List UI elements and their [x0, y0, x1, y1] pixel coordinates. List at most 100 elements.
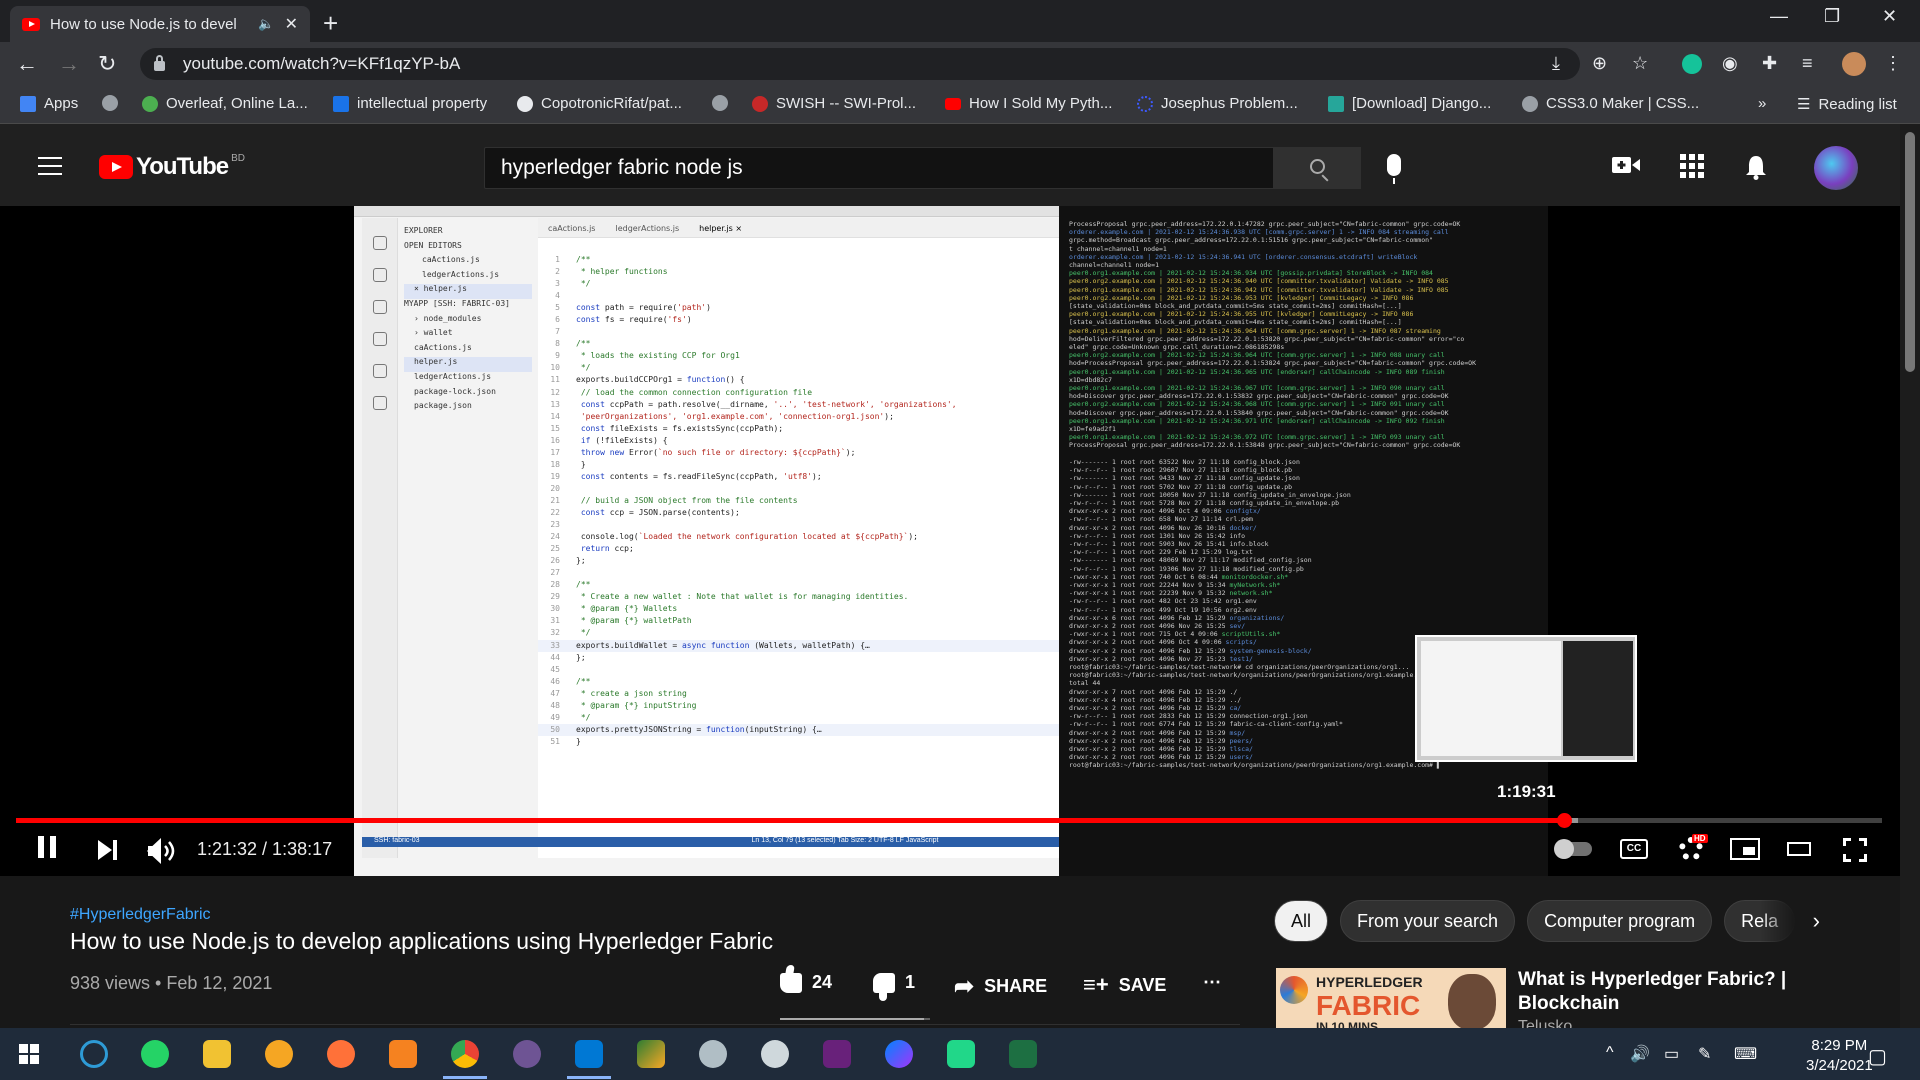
grammarly-extension-icon[interactable]	[1682, 54, 1702, 74]
app-icon[interactable]	[761, 1040, 789, 1068]
apps-grid-icon[interactable]	[1680, 154, 1704, 178]
explorer-item: caActions.js	[414, 342, 472, 352]
reload-icon[interactable]: ↻	[98, 51, 116, 77]
bookmark-globe-2[interactable]	[712, 95, 728, 111]
scrubber-handle[interactable]	[1557, 813, 1573, 828]
scrollbar-thumb[interactable]	[1905, 132, 1915, 372]
video-frame: EXPLORER OPEN EDITORS caActions.js ledge…	[354, 206, 1548, 876]
chip-computer-program[interactable]: Computer program	[1527, 900, 1713, 942]
bookmark-youtube[interactable]: How I Sold My Pyth...	[945, 95, 1112, 112]
zoom-icon[interactable]: ⊕	[1592, 53, 1607, 74]
video-title: How to use Node.js to develop applicatio…	[70, 928, 774, 954]
vscode-icon[interactable]	[567, 1040, 611, 1079]
chrome-icon[interactable]	[443, 1040, 487, 1079]
bookmark-swish[interactable]: SWISH -- SWI-Prol...	[752, 95, 916, 112]
more-actions-icon[interactable]: ⋯	[1203, 972, 1221, 993]
chrome-menu-icon[interactable]: ⋮	[1884, 53, 1902, 74]
theater-mode-button[interactable]	[1787, 842, 1811, 856]
create-video-icon[interactable]	[1612, 154, 1640, 176]
next-button[interactable]	[98, 840, 112, 860]
bookmark-django[interactable]: [Download] Django...	[1328, 95, 1491, 112]
bookmark-josephus[interactable]: Josephus Problem...	[1137, 95, 1298, 112]
tab-audio-icon[interactable]: 🔈	[258, 16, 274, 32]
forward-arrow-icon[interactable]: →	[58, 51, 80, 77]
recommended-title[interactable]: What is Hyperledger Fabric? | Blockchain	[1518, 968, 1818, 1016]
page-scrollbar[interactable]	[1900, 124, 1920, 1028]
like-button[interactable]: 24	[780, 972, 832, 993]
like-count: 24	[812, 972, 833, 992]
chip-from-your-search[interactable]: From your search	[1340, 900, 1516, 942]
network-tray-icon[interactable]: ▭	[1664, 1044, 1679, 1064]
back-arrow-icon[interactable]: ←	[16, 51, 38, 77]
refresh-app-icon[interactable]	[80, 1040, 108, 1068]
maximize-button[interactable]: ❐	[1824, 6, 1840, 27]
more-bookmarks-icon[interactable]: »	[1758, 95, 1766, 112]
app-icon[interactable]	[699, 1040, 727, 1068]
github-desktop-icon[interactable]	[513, 1040, 541, 1068]
explorer-item: helper.js	[404, 357, 532, 372]
vpn-app-icon[interactable]	[265, 1040, 293, 1068]
bookmark-star-icon[interactable]: ☆	[1632, 53, 1648, 74]
pycharm-icon[interactable]	[947, 1040, 975, 1068]
reading-list[interactable]: ☰ Reading list	[1797, 95, 1897, 114]
pause-button[interactable]	[38, 836, 62, 866]
account-avatar[interactable]	[1814, 146, 1858, 190]
visual-studio-icon[interactable]	[823, 1040, 851, 1068]
browser-tab[interactable]: How to use Node.js to devel 🔈 ✕	[10, 6, 310, 42]
bookmark-label: intellectual property	[357, 95, 488, 112]
notifications-bell-icon[interactable]	[1745, 154, 1767, 180]
bookmark-github[interactable]: CopotronicRifat/pat...	[517, 95, 682, 112]
save-button[interactable]: ≡+ SAVE	[1083, 972, 1166, 998]
miniplayer-button[interactable]	[1730, 838, 1760, 860]
keyboard-tray-icon[interactable]: ⌨	[1734, 1044, 1757, 1064]
captions-button[interactable]: CC	[1620, 839, 1648, 859]
close-window-button[interactable]: ✕	[1882, 6, 1897, 27]
notifications-icon[interactable]: ▢	[1868, 1044, 1887, 1069]
messenger-icon[interactable]	[885, 1040, 913, 1068]
url-text[interactable]: youtube.com/watch?v=KFf1qzYP-bA	[183, 54, 460, 74]
taskbar-clock[interactable]: 8:29 PM 3/24/2021	[1806, 1036, 1873, 1076]
chips-next-chevron-icon[interactable]: ›	[1760, 900, 1820, 942]
video-player[interactable]: EXPLORER OPEN EDITORS caActions.js ledge…	[0, 206, 1920, 876]
puzzle-extensions-icon[interactable]: ✚	[1762, 53, 1777, 74]
app-icon[interactable]	[637, 1040, 665, 1068]
pen-tray-icon[interactable]: ✎	[1698, 1044, 1711, 1064]
extension-icon[interactable]: ◉	[1722, 53, 1738, 74]
recommended-thumbnail[interactable]: HYPERLEDGER FABRIC IN 10 MINS	[1276, 968, 1506, 1028]
file-explorer-icon[interactable]	[203, 1040, 231, 1068]
share-button[interactable]: ➦ SHARE	[954, 972, 1047, 1001]
bookmark-css3-maker[interactable]: CSS3.0 Maker | CSS...	[1522, 95, 1699, 112]
new-tab-button[interactable]: +	[323, 8, 338, 39]
tab-close-icon[interactable]: ✕	[285, 14, 298, 34]
lock-icon[interactable]	[154, 55, 165, 71]
chip-all[interactable]: All	[1274, 900, 1329, 942]
windows-start-icon[interactable]	[19, 1044, 39, 1064]
minimize-button[interactable]: —	[1770, 6, 1788, 27]
media-control-icon[interactable]: ≡	[1802, 53, 1813, 74]
like-ratio-bar	[780, 1018, 930, 1020]
show-hidden-icons-icon[interactable]: ^	[1606, 1044, 1614, 1062]
address-bar[interactable]: youtube.com/watch?v=KFf1qzYP-bA	[140, 48, 1580, 80]
spreadsheet-icon[interactable]	[1009, 1040, 1037, 1068]
fullscreen-button[interactable]	[1843, 838, 1867, 862]
bookmark-apps[interactable]: Apps	[20, 95, 78, 112]
bookmark-globe[interactable]	[102, 95, 118, 111]
progress-bar[interactable]	[16, 813, 1882, 828]
whatsapp-icon[interactable]	[141, 1040, 169, 1068]
voice-search-icon[interactable]	[1387, 154, 1401, 184]
menu-icon[interactable]	[38, 157, 62, 175]
autoplay-toggle[interactable]	[1554, 839, 1592, 859]
video-hashtag[interactable]: #HyperledgerFabric	[70, 906, 211, 924]
install-icon[interactable]: ⤓	[1552, 53, 1560, 74]
volume-tray-icon[interactable]: 🔊	[1630, 1044, 1650, 1064]
profile-avatar[interactable]	[1842, 52, 1866, 76]
search-input[interactable]: hyperledger fabric node js	[484, 147, 1274, 189]
bookmark-overleaf[interactable]: Overleaf, Online La...	[142, 95, 308, 112]
dislike-button[interactable]: 1	[873, 972, 915, 1001]
app-icon[interactable]	[389, 1040, 417, 1068]
youtube-logo[interactable]: YouTube BD	[99, 153, 245, 181]
youtube-wordmark: YouTube	[136, 153, 229, 180]
search-button[interactable]	[1274, 147, 1361, 189]
firefox-icon[interactable]	[327, 1040, 355, 1068]
bookmark-intellectual-property[interactable]: intellectual property	[333, 95, 487, 112]
